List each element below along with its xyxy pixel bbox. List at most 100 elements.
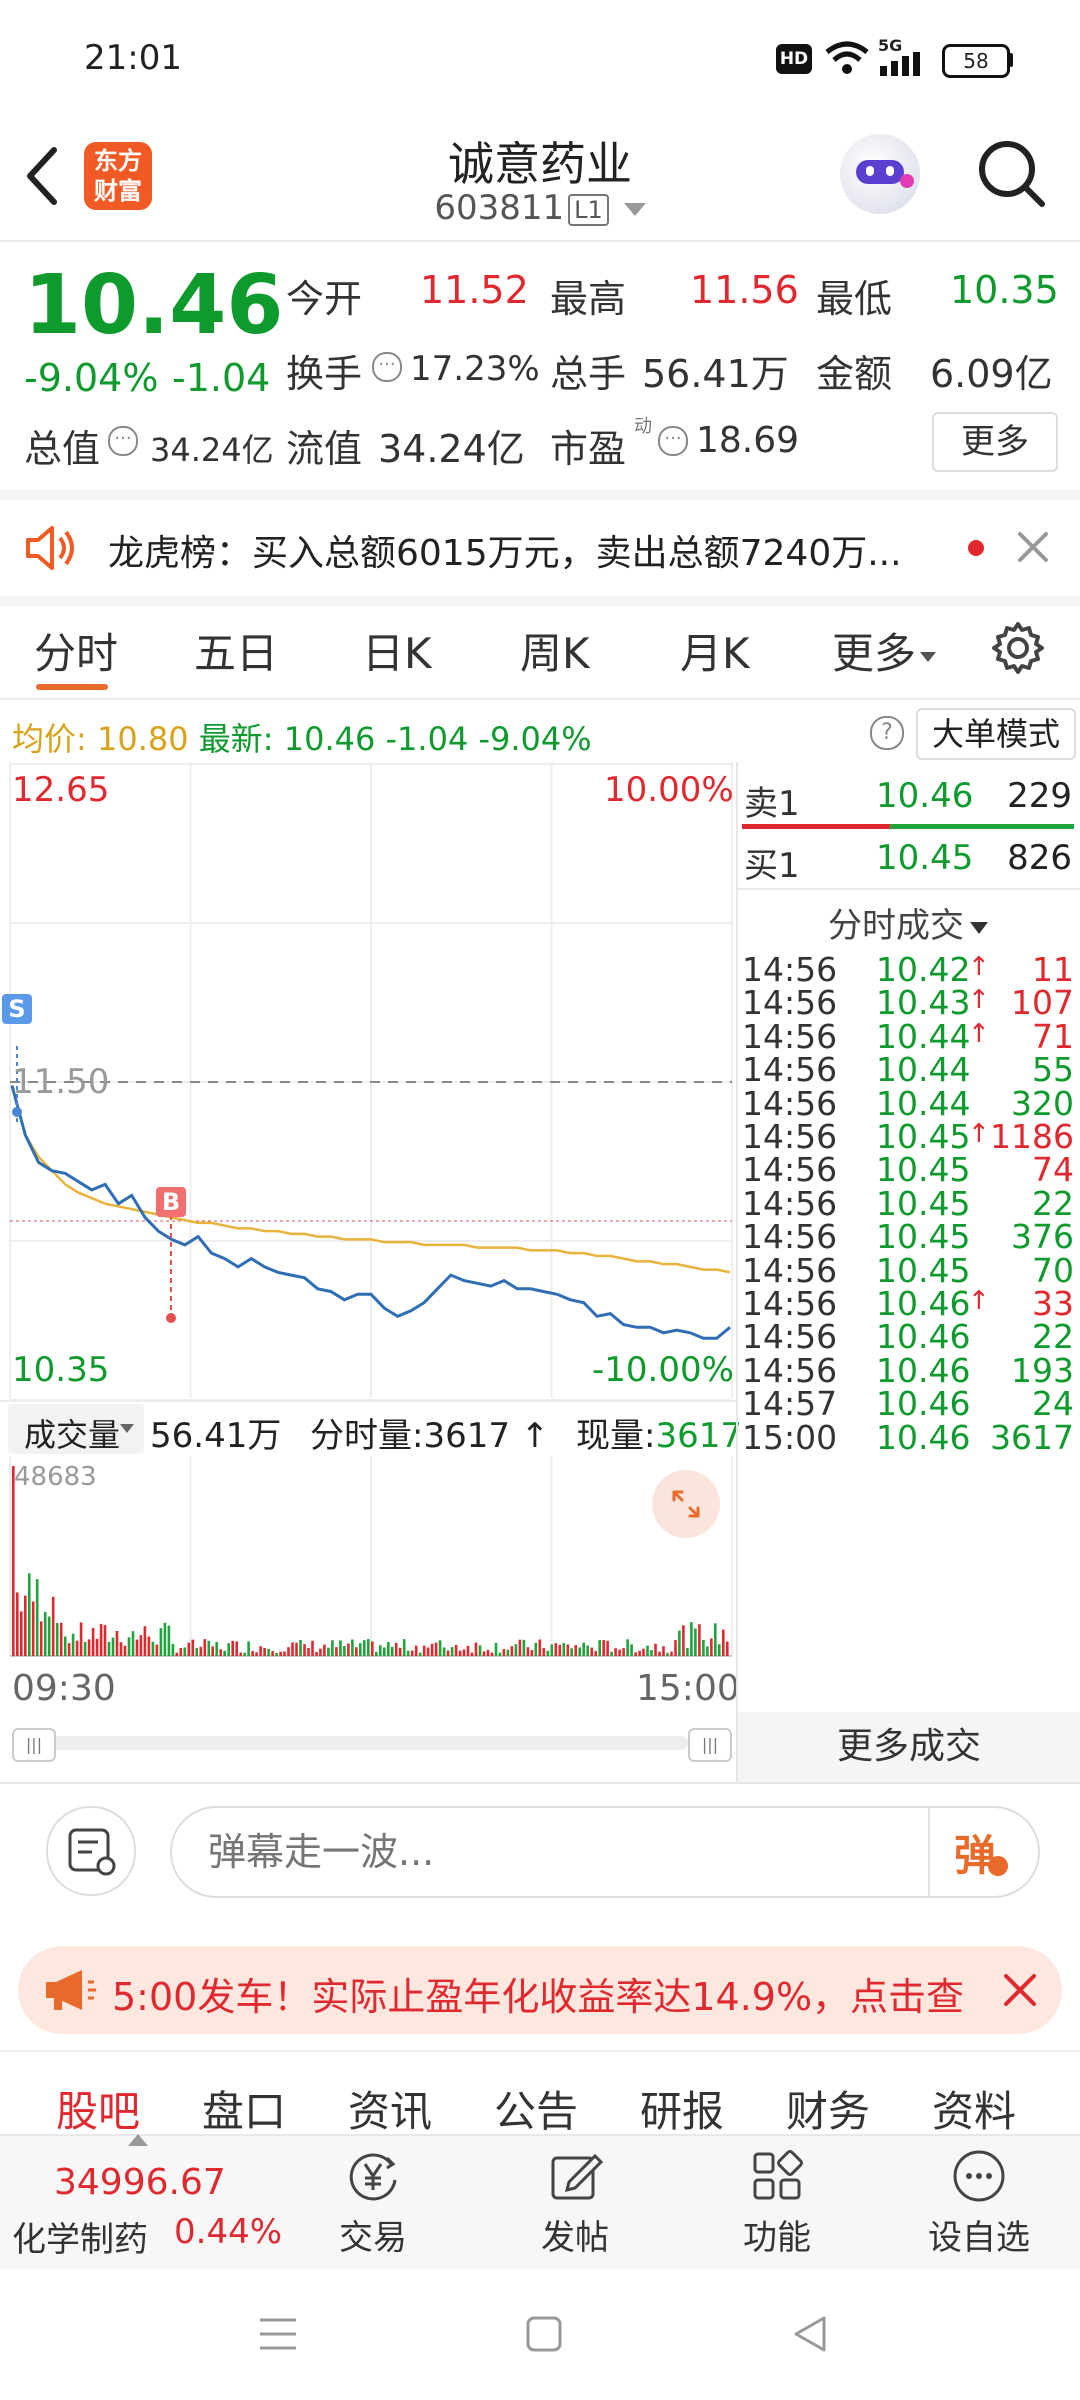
volume-bar [107, 1641, 111, 1656]
range-handle-right[interactable]: ||| [688, 1728, 732, 1762]
volume-bar [255, 1652, 258, 1656]
help-icon[interactable]: ? [870, 716, 904, 750]
trade-button[interactable]: 交易 [318, 2146, 428, 2259]
volume-bar [702, 1639, 705, 1656]
volume-bar [231, 1640, 234, 1656]
avg-value: 10.80 [96, 720, 189, 758]
tab-finance[interactable]: 财务 [786, 2078, 870, 2139]
tab-pankou[interactable]: 盘口 [202, 2078, 286, 2139]
info-icon[interactable]: ··· [658, 426, 688, 456]
volume-bar [710, 1638, 713, 1656]
volume-bar [87, 1639, 91, 1656]
back-nav-icon[interactable] [790, 2314, 830, 2354]
volume-bar [311, 1640, 314, 1656]
close-icon[interactable] [1002, 1972, 1038, 2008]
volume-bar [47, 1616, 51, 1656]
volume-chart[interactable] [0, 1456, 736, 1660]
tab-profile[interactable]: 资料 [932, 2078, 1016, 2139]
settings-gear-icon[interactable] [990, 620, 1046, 676]
add-watchlist-button[interactable]: 设自选 [924, 2146, 1034, 2259]
status-bar: 21:01 HD 5G 58 [0, 0, 1080, 110]
mktcap-label: 总值 [24, 427, 101, 471]
tab-more[interactable]: 更多 [832, 620, 937, 681]
volume-bar [534, 1642, 538, 1656]
tab-research[interactable]: 研报 [640, 2078, 724, 2139]
expand-icon[interactable] [652, 1470, 720, 1538]
volume-bar [187, 1642, 191, 1656]
volume-bar [335, 1647, 338, 1656]
time-range-track[interactable] [46, 1736, 688, 1750]
hd-icon: HD [776, 44, 812, 74]
robot-assistant-icon[interactable] [840, 134, 920, 214]
barrage-input-box[interactable]: 弹 [170, 1806, 1040, 1898]
big-order-mode-button[interactable]: 大单模式 [916, 708, 1076, 760]
barrage-send-button[interactable]: 弹 [954, 1822, 996, 1883]
volume-bar [670, 1651, 673, 1656]
tab-news[interactable]: 资讯 [348, 2078, 432, 2139]
volume-bar [570, 1648, 573, 1656]
battery-icon: 58 [942, 44, 1010, 78]
tab-weekly-k[interactable]: 周K [520, 620, 590, 681]
volume-bar [714, 1623, 717, 1656]
volume-bar [203, 1639, 207, 1656]
volume-bar [315, 1652, 318, 1656]
volume-bar [75, 1640, 79, 1656]
volume-bar [223, 1650, 226, 1656]
tab-intraday[interactable]: 分时 [34, 620, 118, 681]
volume-max-label: 48683 [14, 1462, 97, 1492]
post-button[interactable]: 发帖 [520, 2146, 630, 2259]
avg-label: 均价: [12, 720, 87, 758]
volume-bar [394, 1642, 398, 1656]
volume-bar [363, 1640, 366, 1656]
volume-bar [343, 1646, 346, 1656]
volume-bar [454, 1645, 458, 1656]
volume-bar [151, 1641, 155, 1656]
volume-bar [574, 1645, 577, 1656]
sector-index-value[interactable]: 34996.67 [54, 2162, 226, 2203]
volume-bar [207, 1640, 211, 1656]
volume-bar [554, 1643, 558, 1656]
volume-bar [682, 1625, 685, 1656]
menu-icon[interactable] [258, 2314, 298, 2354]
home-icon[interactable] [524, 2314, 564, 2354]
volume-bar [538, 1639, 542, 1656]
volume-bar [20, 1611, 23, 1656]
tab-monthly-k[interactable]: 月K [680, 620, 750, 681]
stock-code-line[interactable]: 603811 L1 [0, 188, 1080, 228]
tab-guba[interactable]: 股吧 [56, 2078, 140, 2139]
info-icon[interactable]: ··· [108, 426, 138, 456]
sector-name[interactable]: 化学制药 [12, 2212, 148, 2261]
function-button[interactable]: 功能 [722, 2146, 832, 2259]
dropdown-arrow-icon [623, 203, 646, 216]
volume-bar [718, 1644, 721, 1656]
trades-header[interactable]: 分时成交 [736, 898, 1080, 947]
volume-bar [383, 1647, 386, 1656]
volume-bar [24, 1595, 27, 1656]
promo-banner[interactable]: 5:00发车！实际止盈年化收益率达14.9%，点击查 [18, 1946, 1062, 2034]
volume-bar [227, 1643, 230, 1656]
intraday-chart[interactable]: S B [0, 762, 736, 1402]
barrage-settings-button[interactable] [46, 1806, 136, 1896]
volume-bar [35, 1579, 39, 1656]
range-handle-left[interactable]: ||| [12, 1728, 56, 1762]
tab-daily-k[interactable]: 日K [362, 620, 432, 681]
volume-bar [502, 1649, 506, 1656]
close-icon[interactable] [1016, 530, 1050, 564]
notice-bar[interactable]: 龙虎榜：买入总额6015万元，卖出总额7240万... [0, 500, 1080, 596]
trade-label: 交易 [339, 2218, 407, 2258]
volume-bar [486, 1649, 490, 1656]
search-icon[interactable] [976, 138, 1048, 210]
info-icon[interactable]: ··· [372, 352, 402, 382]
volume-bar [514, 1644, 518, 1656]
volume-bar [470, 1652, 474, 1656]
more-button[interactable]: 更多 [932, 412, 1058, 472]
latest-pct: -9.04% [478, 720, 592, 758]
tab-announcements[interactable]: 公告 [494, 2078, 578, 2139]
volume-bar [367, 1639, 370, 1656]
tab-five-day[interactable]: 五日 [194, 620, 278, 681]
volume-bar [666, 1652, 669, 1656]
volume-indicator-selector[interactable]: 成交量 [8, 1404, 144, 1454]
barrage-input[interactable] [206, 1822, 890, 1882]
volume-bar [127, 1637, 131, 1656]
more-trades-button[interactable]: 更多成交 [738, 1712, 1080, 1782]
